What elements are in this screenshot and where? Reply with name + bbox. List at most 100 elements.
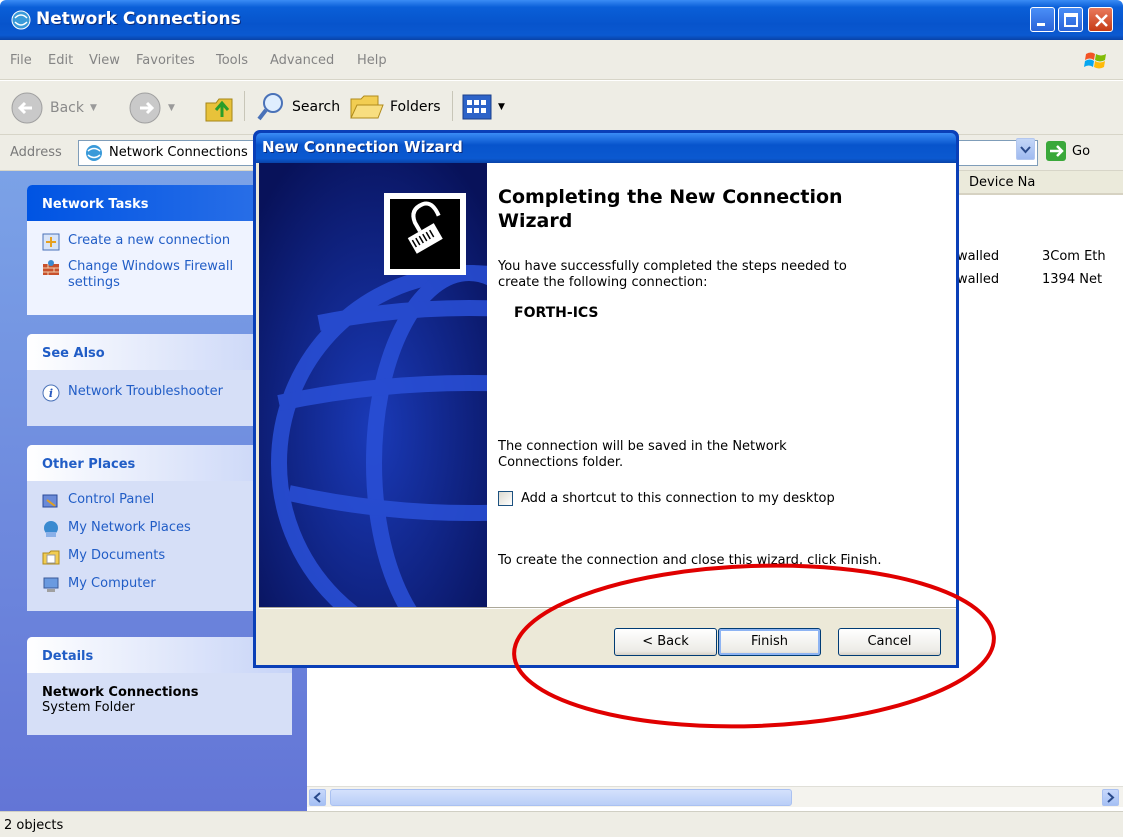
views-icon (462, 94, 492, 120)
my-documents-label: My Documents (68, 548, 166, 563)
menu-tools[interactable]: Tools (216, 53, 248, 68)
details-name: Network Connections (42, 685, 199, 700)
folders-button[interactable]: Folders (348, 91, 441, 123)
close-button[interactable] (1088, 7, 1113, 32)
details-type: System Folder (42, 700, 135, 715)
my-network-places-link[interactable]: My Network Places (42, 520, 284, 538)
column-header-device-name[interactable]: Device Na (957, 171, 1123, 195)
scroll-right-icon (1107, 792, 1115, 803)
scroll-left-icon (313, 792, 321, 803)
wizard-side-banner (259, 163, 487, 607)
back-label: Back (50, 100, 84, 116)
window-title-bar[interactable]: Network Connections (0, 0, 1123, 40)
new-connection-wizard-dialog: New Connection Wizard Completing the New… (253, 130, 959, 668)
search-button[interactable]: Search (256, 91, 340, 123)
svg-text:i: i (49, 387, 53, 400)
row-1-status: walled (957, 249, 1000, 264)
scroll-thumb[interactable] (330, 789, 792, 806)
wizard-cancel-button[interactable]: Cancel (838, 628, 941, 656)
menu-view[interactable]: View (89, 53, 120, 68)
wizard-title: New Connection Wizard (262, 138, 463, 156)
horizontal-scrollbar[interactable] (307, 786, 1123, 807)
search-label: Search (292, 99, 341, 115)
folders-icon (350, 95, 384, 119)
address-label: Address (10, 145, 62, 160)
control-panel-link[interactable]: Control Panel (42, 492, 284, 510)
network-places-icon (44, 521, 58, 537)
menu-advanced[interactable]: Advanced (270, 53, 334, 68)
address-dropdown-button[interactable] (1016, 138, 1035, 160)
network-troubleshooter-link[interactable]: i Network Troubleshooter (42, 384, 284, 402)
scroll-left-button[interactable] (309, 789, 326, 806)
scroll-right-button[interactable] (1102, 789, 1119, 806)
up-folder-button[interactable] (202, 89, 238, 125)
wizard-finish-button[interactable]: Finish (718, 628, 821, 656)
new-connection-icon (42, 233, 60, 251)
go-button[interactable]: Go (1045, 140, 1090, 162)
views-dropdown-icon[interactable]: ▼ (498, 102, 505, 112)
info-icon: i (42, 384, 60, 402)
minimize-button[interactable] (1030, 7, 1055, 32)
views-button[interactable]: ▼ (462, 94, 505, 120)
folders-label: Folders (390, 99, 441, 115)
search-icon (257, 93, 283, 121)
my-documents-icon (42, 550, 60, 565)
close-icon (1095, 14, 1108, 27)
firewall-settings-link[interactable]: Change Windows Firewall settings (42, 259, 284, 291)
my-network-places-label: My Network Places (68, 520, 191, 535)
menu-bar: File Edit View Favorites Tools Advanced … (0, 40, 1123, 80)
network-connections-icon (86, 145, 102, 161)
wizard-heading: Completing the New Connection Wizard (498, 186, 843, 232)
my-documents-link[interactable]: My Documents (42, 548, 284, 566)
wizard-separator (259, 607, 956, 609)
connection-name: FORTH-ICS (514, 305, 599, 321)
my-computer-icon (43, 577, 59, 592)
wizard-content: Completing the New Connection Wizard You… (487, 163, 956, 607)
my-computer-link[interactable]: My Computer (42, 576, 284, 594)
network-connections-icon (11, 10, 31, 30)
forward-button[interactable]: ▼ (128, 91, 175, 125)
control-panel-label: Control Panel (68, 492, 155, 507)
address-value: Network Connections (109, 145, 248, 160)
network-cable-icon (390, 199, 460, 269)
maximize-icon (1064, 13, 1078, 27)
up-folder-icon (205, 98, 233, 122)
control-panel-icon (42, 494, 58, 508)
wizard-saved-note: The connection will be saved in the Netw… (498, 439, 787, 470)
back-arrow-icon (11, 92, 43, 124)
wizard-instruction: To create the connection and close this … (498, 553, 882, 568)
row-2-device: 1394 Net (1042, 272, 1103, 287)
menu-favorites[interactable]: Favorites (136, 53, 195, 68)
checkbox-box[interactable] (498, 491, 513, 506)
wizard-back-button[interactable]: < Back (614, 628, 717, 656)
windows-logo-icon (1084, 52, 1106, 69)
row-2-status: walled (957, 272, 1000, 287)
row-1-device: 3Com Eth (1042, 249, 1106, 264)
window-title: Network Connections (36, 9, 241, 29)
desktop-shortcut-checkbox[interactable]: Add a shortcut to this connection to my … (498, 491, 835, 506)
toolbar: Back ▼ ▼ Search Folders ▼ (0, 81, 1123, 135)
status-bar: 2 objects (0, 811, 1123, 837)
firewall-icon (43, 260, 59, 275)
network-troubleshooter-label: Network Troubleshooter (68, 384, 223, 399)
status-text: 2 objects (4, 818, 64, 833)
forward-arrow-icon (129, 92, 161, 124)
wizard-intro-text: You have successfully completed the step… (498, 259, 847, 290)
minimize-icon (1037, 23, 1045, 26)
create-connection-link[interactable]: Create a new connection (42, 233, 284, 251)
back-dropdown-icon[interactable]: ▼ (90, 103, 97, 113)
create-connection-label: Create a new connection (68, 233, 231, 248)
back-button[interactable]: Back ▼ (10, 91, 97, 125)
wizard-client-area: Completing the New Connection Wizard You… (256, 163, 956, 665)
firewall-settings-label: Change Windows Firewall settings (68, 259, 234, 290)
maximize-button[interactable] (1058, 7, 1083, 32)
forward-dropdown-icon[interactable]: ▼ (168, 103, 175, 113)
desktop-shortcut-label: Add a shortcut to this connection to my … (521, 491, 835, 506)
go-arrow-icon (1046, 141, 1066, 161)
my-computer-label: My Computer (68, 576, 156, 591)
wizard-title-bar[interactable]: New Connection Wizard (256, 133, 956, 163)
menu-file[interactable]: File (10, 53, 32, 68)
menu-edit[interactable]: Edit (48, 53, 73, 68)
menu-help[interactable]: Help (357, 53, 387, 68)
chevron-down-icon (1020, 146, 1031, 154)
